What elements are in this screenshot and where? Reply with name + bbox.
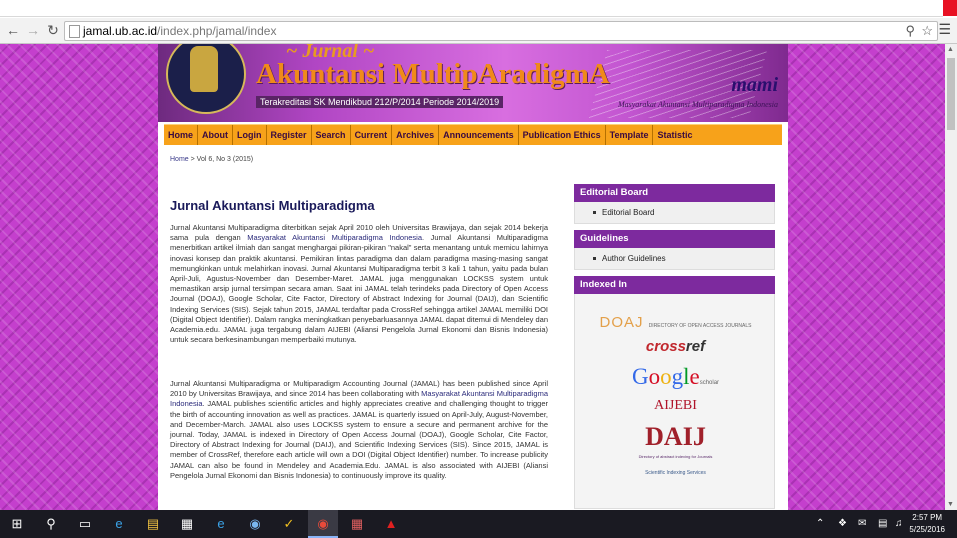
sidebar: Editorial Board Editorial Board Guidelin… — [574, 184, 775, 509]
bullet-icon — [593, 257, 596, 261]
clock-time: 2:57 PM — [912, 513, 943, 522]
tabstrip-divider — [0, 16, 943, 17]
guidelines-block: Author Guidelines — [574, 248, 775, 270]
google-scholar-sub: scholar — [699, 380, 720, 386]
university-logo — [166, 44, 246, 114]
nav-register[interactable]: Register — [267, 125, 312, 145]
description-english: Jurnal Akuntansi Multiparadigma or Multi… — [170, 379, 548, 481]
task-view-icon[interactable]: ▭ — [70, 510, 100, 538]
windows-start-icon[interactable]: ⊞ — [2, 510, 32, 538]
url-host: jamal.ub.ac.id — [83, 24, 158, 38]
page-wrapper: ~ Jurnal ~ Akuntansi MultipAradigmA Tera… — [158, 44, 788, 510]
author-guidelines-link[interactable]: Author Guidelines — [602, 254, 666, 263]
network-icon[interactable]: ▤ — [878, 510, 887, 538]
address-bar[interactable]: jamal.ub.ac.id/index.php/jamal/index ⚲ ☆ — [64, 21, 938, 41]
description-indonesian: Jurnal Akuntansi Multiparadigma diterbit… — [170, 223, 548, 345]
file-explorer-icon[interactable]: ▤ — [138, 510, 168, 538]
scroll-up-icon[interactable]: ▲ — [947, 46, 954, 53]
indexed-in-title: Indexed In — [574, 276, 775, 294]
acrobat-icon[interactable]: ▲ — [376, 510, 406, 538]
guidelines-title: Guidelines — [574, 230, 775, 248]
settings-app-icon[interactable]: ◉ — [240, 510, 270, 538]
nav-announcements[interactable]: Announcements — [439, 125, 519, 145]
norton-icon[interactable]: ✓ — [274, 510, 304, 538]
nav-archives[interactable]: Archives — [392, 125, 440, 145]
photo-app-icon[interactable]: ▦ — [342, 510, 372, 538]
nav-statistic[interactable]: Statistic — [653, 125, 696, 145]
edge-icon[interactable]: e — [104, 510, 134, 538]
page-viewport: ~ Jurnal ~ Akuntansi MultipAradigmA Tera… — [0, 44, 945, 510]
message-icon[interactable]: ✉ — [858, 510, 866, 538]
nav-about[interactable]: About — [198, 125, 234, 145]
google-scholar-logo[interactable]: Googlescholar — [575, 364, 776, 390]
windows-taskbar: ⊞ ⚲ ▭ e ▤ ▦ e ◉ ✓ ◉ ▦ ▲ ⌃ ❖ ✉ ▤ ♫ 2:57 P… — [0, 510, 957, 538]
daij-subtitle: Directory of abstract indexing for Journ… — [638, 454, 713, 459]
nav-current[interactable]: Current — [351, 125, 393, 145]
nav-search[interactable]: Search — [312, 125, 351, 145]
url-text: jamal.ub.ac.id/index.php/jamal/index — [83, 24, 276, 38]
breadcrumb-current[interactable]: Vol 6, No 3 (2015) — [197, 156, 253, 163]
nav-login[interactable]: Login — [233, 125, 267, 145]
sis-logo[interactable]: Scientific Indexing Services — [575, 470, 776, 476]
bullet-icon — [593, 211, 596, 215]
nav-home[interactable]: Home — [164, 125, 199, 145]
editorial-board-link[interactable]: Editorial Board — [602, 208, 654, 217]
mami-subtitle: Masyarakat Akuntansi Multiparadigma Indo… — [617, 100, 778, 109]
clock-date: 5/25/2016 — [909, 525, 945, 534]
page-icon — [69, 25, 80, 38]
reload-icon[interactable]: ↻ — [44, 21, 62, 39]
crossref-logo[interactable]: crossref — [575, 338, 776, 355]
chrome-icon[interactable]: ◉ — [308, 510, 338, 538]
url-path: /index.php/jamal/index — [157, 24, 277, 38]
editorial-board-block: Editorial Board — [574, 202, 775, 224]
scroll-down-icon[interactable]: ▼ — [947, 501, 954, 508]
search-icon[interactable]: ⚲ — [36, 510, 66, 538]
main-nav: Home About Login Register Search Current… — [164, 124, 782, 145]
bluetooth-icon[interactable]: ❖ — [838, 510, 847, 538]
mami-logo: mami — [731, 74, 778, 96]
aijebi-logo[interactable]: AIJEBI — [575, 398, 776, 414]
p1-text-b: . Jurnal Akuntansi Multiparadigma menerb… — [170, 233, 548, 345]
internet-explorer-icon[interactable]: e — [206, 510, 236, 538]
volume-icon[interactable]: ♫ — [895, 510, 903, 538]
site-header: ~ Jurnal ~ Akuntansi MultipAradigmA Tera… — [158, 44, 788, 122]
back-icon[interactable]: ← — [4, 21, 22, 39]
breadcrumb-home[interactable]: Home — [170, 156, 189, 163]
tray-expand-icon[interactable]: ⌃ — [816, 510, 824, 538]
daij-logo[interactable]: DAIJ — [575, 422, 776, 452]
bookmark-star-icon[interactable]: ☆ — [921, 23, 933, 39]
p1-mami-link[interactable]: Masyarakat Akuntansi Multiparadigma Indo… — [247, 233, 422, 242]
doaj-logo[interactable]: DOAJ DIRECTORY OF OPEN ACCESS JOURNALS — [575, 314, 776, 331]
zoom-icon[interactable]: ⚲ — [905, 23, 915, 39]
nav-template[interactable]: Template — [606, 125, 654, 145]
journal-title: Jurnal Akuntansi Multiparadigma — [170, 198, 375, 213]
taskbar-clock[interactable]: 2:57 PM 5/25/2016 — [909, 512, 945, 536]
browser-tabstrip — [0, 0, 957, 18]
menu-icon[interactable]: ☰ — [938, 21, 951, 38]
forward-icon[interactable]: → — [24, 21, 42, 39]
breadcrumb: Home > Vol 6, No 3 (2015) — [170, 156, 253, 163]
nav-publication-ethics[interactable]: Publication Ethics — [519, 125, 606, 145]
store-icon[interactable]: ▦ — [172, 510, 202, 538]
editorial-board-title: Editorial Board — [574, 184, 775, 202]
site-title: Akuntansi MultipAradigmA — [256, 58, 610, 90]
browser-toolbar: ← → ↻ jamal.ub.ac.id/index.php/jamal/ind… — [0, 18, 957, 44]
window-close-button[interactable] — [943, 0, 957, 16]
indexed-in-block: DOAJ DIRECTORY OF OPEN ACCESS JOURNALS c… — [574, 294, 775, 509]
p2-text-b: . JAMAL publishes scientific articles an… — [170, 399, 548, 480]
page-scrollbar[interactable]: ▲ ▼ — [945, 44, 957, 510]
scrollbar-thumb[interactable] — [947, 58, 955, 130]
breadcrumb-separator: > — [188, 156, 197, 163]
accreditation-text: Terakreditasi SK Mendikbud 212/P/2014 Pe… — [256, 96, 504, 108]
